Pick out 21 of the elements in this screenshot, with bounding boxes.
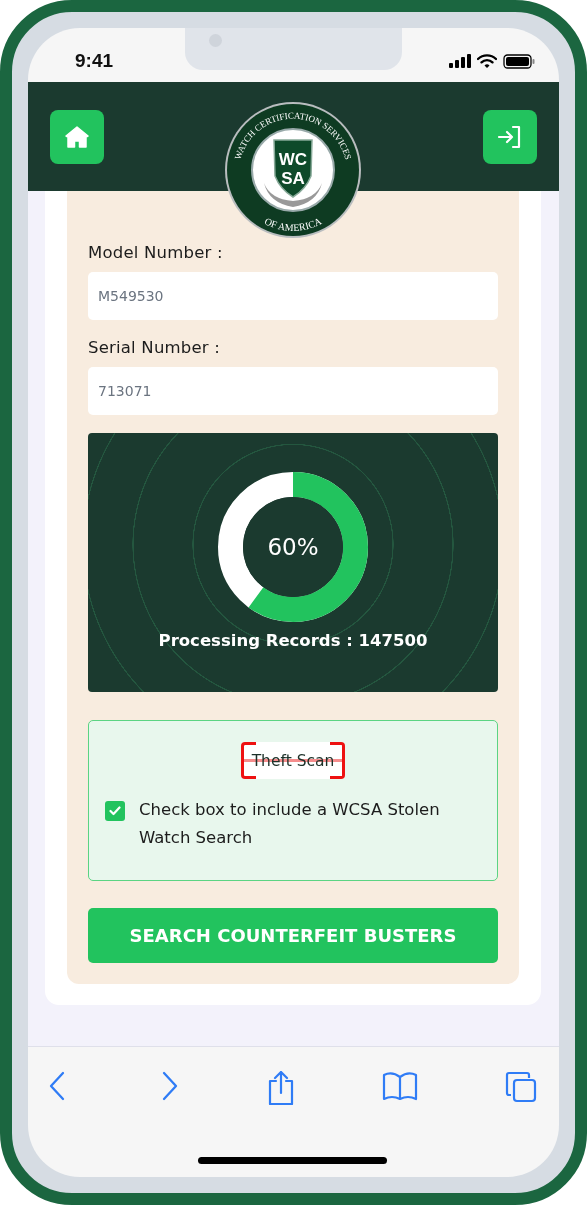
login-icon xyxy=(497,124,523,149)
processing-text: Processing Records : 147500 xyxy=(158,631,428,650)
signal-icon xyxy=(449,54,471,68)
input-field[interactable]: 713071 xyxy=(88,367,498,415)
home-icon xyxy=(65,125,89,148)
book-icon[interactable] xyxy=(381,1071,418,1101)
percent-text: 60% xyxy=(267,534,319,560)
home-button[interactable] xyxy=(50,109,104,164)
checkbox-label: Check box to include a WCSA Stolen Watch Search xyxy=(139,799,441,849)
share-icon[interactable] xyxy=(266,1071,295,1105)
battery-icon xyxy=(503,53,535,69)
wifi-icon xyxy=(477,54,497,68)
field-label: Serial Number : xyxy=(88,338,222,357)
login-button[interactable] xyxy=(483,109,537,164)
checkbox[interactable] xyxy=(105,801,125,821)
status-time: 9:41 xyxy=(75,50,114,72)
check-icon xyxy=(109,806,121,816)
field-label: Model Number : xyxy=(88,243,224,262)
tabs-icon[interactable] xyxy=(505,1071,537,1103)
theft-scan-badge: Theft Scan xyxy=(242,742,344,779)
input-field[interactable]: M549530 xyxy=(88,272,498,320)
